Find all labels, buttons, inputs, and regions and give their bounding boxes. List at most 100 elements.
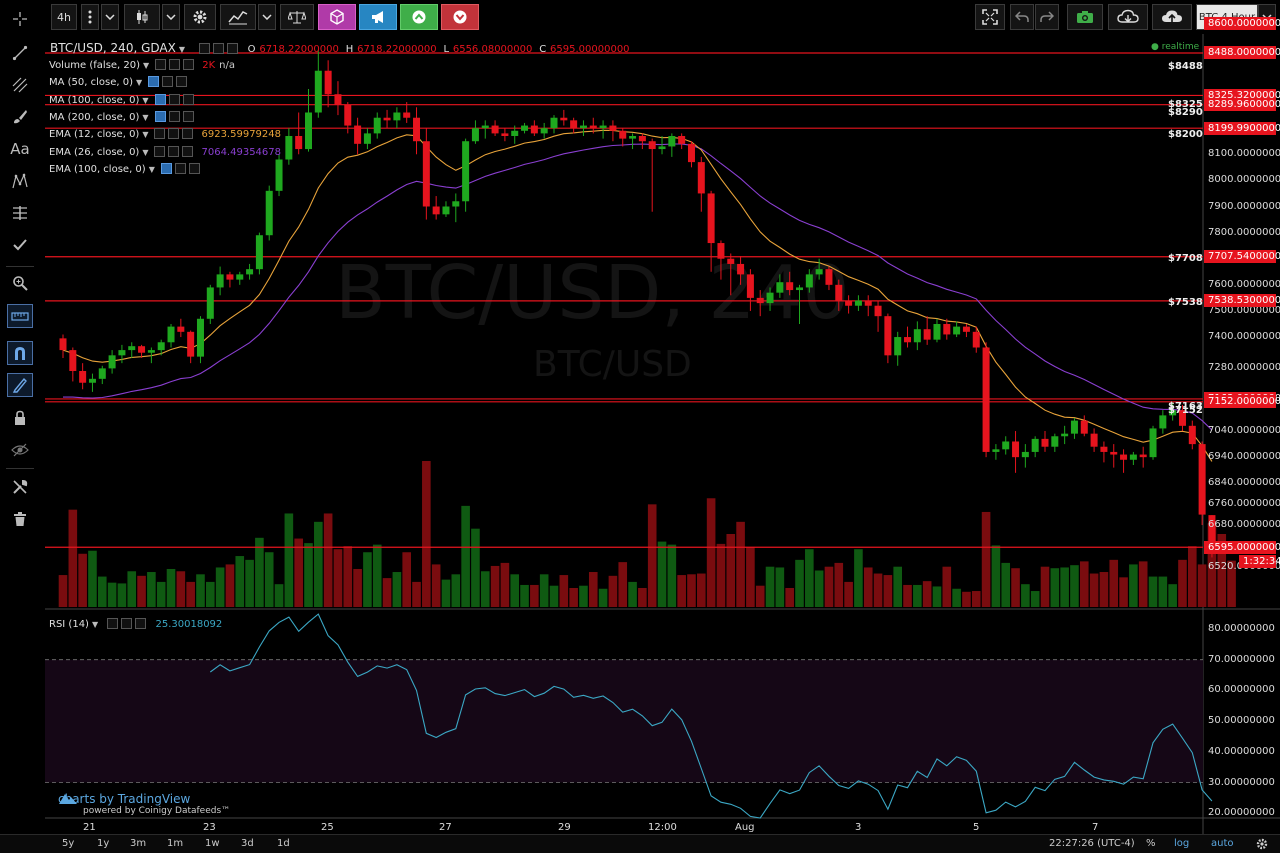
crosshair-icon[interactable]: [7, 7, 33, 31]
tradingview-branding[interactable]: charts by TradingView: [58, 792, 190, 806]
interval-button[interactable]: 4h: [51, 4, 77, 30]
close-icon[interactable]: [182, 145, 194, 157]
measure-icon[interactable]: [7, 304, 33, 328]
indicator-name[interactable]: Volume (false, 20): [49, 60, 140, 71]
chevron-down-icon[interactable]: ▼: [142, 96, 148, 105]
chevron-down-icon[interactable]: ▼: [149, 165, 155, 174]
gear-icon[interactable]: [169, 59, 181, 70]
candle-body: [678, 136, 686, 144]
eye-icon[interactable]: [154, 145, 166, 157]
candlestick-icon[interactable]: [124, 4, 160, 30]
upvote-icon[interactable]: [400, 4, 438, 30]
pitchfork-icon[interactable]: [7, 73, 33, 97]
chevron-down-icon[interactable]: ▼: [92, 620, 98, 629]
chart-type-dropdown-icon[interactable]: [162, 4, 180, 30]
eye-icon[interactable]: [198, 43, 210, 54]
log-toggle[interactable]: log: [1169, 837, 1194, 850]
indicator-name[interactable]: EMA (100, close, 0): [49, 164, 146, 175]
volume-bar: [530, 584, 539, 607]
volume-bar: [647, 504, 657, 607]
chevron-down-icon[interactable]: ▼: [142, 113, 148, 122]
chevron-down-icon[interactable]: ▼: [136, 78, 142, 87]
zoom-icon[interactable]: [7, 271, 33, 295]
trash-icon[interactable]: [7, 507, 33, 531]
lock-icon[interactable]: [7, 406, 33, 430]
volume-bar: [913, 584, 922, 607]
gear-icon[interactable]: [121, 618, 133, 629]
tools-icon[interactable]: [7, 475, 33, 499]
stay-in-drawing-mode-icon[interactable]: [7, 373, 33, 397]
eye-icon[interactable]: [148, 76, 160, 88]
redo-icon[interactable]: [1035, 4, 1059, 30]
close-icon[interactable]: [182, 93, 194, 105]
eye-icon[interactable]: [155, 59, 167, 70]
eye-icon[interactable]: [154, 128, 166, 140]
indicator-name[interactable]: EMA (12, close, 0): [49, 129, 139, 140]
undo-icon[interactable]: [1010, 4, 1034, 30]
downvote-icon[interactable]: [441, 4, 479, 30]
fullscreen-icon[interactable]: [975, 4, 1005, 30]
close-icon[interactable]: [182, 110, 194, 122]
pattern-icon[interactable]: [7, 169, 33, 193]
settings-gear-icon[interactable]: [1251, 837, 1273, 853]
indicators-icon[interactable]: [220, 4, 256, 30]
close-icon[interactable]: [182, 128, 194, 140]
close-icon[interactable]: [183, 59, 195, 70]
gear-icon[interactable]: [168, 110, 180, 122]
chart-area[interactable]: BTC/USD, 240 BTC/USD BTC/USD, 240, GDAX ▼…: [45, 17, 1280, 834]
fib-retracement-icon[interactable]: [7, 201, 33, 225]
chevron-down-icon[interactable]: ▼: [143, 61, 149, 70]
eye-icon[interactable]: [160, 162, 172, 174]
megaphone-icon[interactable]: [359, 4, 397, 30]
gear-icon[interactable]: [168, 93, 180, 105]
close-icon[interactable]: [226, 43, 238, 54]
rsi-name[interactable]: RSI (14): [49, 619, 89, 630]
text-tool-icon[interactable]: Aa: [7, 137, 33, 161]
chevron-down-icon[interactable]: ▼: [179, 45, 185, 54]
range-button[interactable]: 1d: [272, 837, 295, 850]
gear-icon[interactable]: [168, 145, 180, 157]
eye-icon[interactable]: [154, 110, 166, 122]
gear-icon[interactable]: [162, 76, 174, 88]
cloud-upload-icon[interactable]: [1152, 4, 1192, 30]
indicator-name[interactable]: MA (50, close, 0): [49, 77, 133, 88]
range-button[interactable]: 1y: [92, 837, 114, 850]
indicator-name[interactable]: MA (100, close, 0): [49, 95, 139, 106]
range-button[interactable]: 5y: [57, 837, 79, 850]
symbol-name[interactable]: BTC/USD, 240, GDAX: [50, 41, 176, 55]
checkmark-icon[interactable]: [7, 233, 33, 257]
indicators-dropdown-icon[interactable]: [258, 4, 276, 30]
candle-body: [255, 235, 263, 270]
range-button[interactable]: 3d: [236, 837, 259, 850]
candle-body: [501, 133, 509, 137]
cube-icon[interactable]: [318, 4, 356, 30]
close-icon[interactable]: [188, 162, 200, 174]
camera-icon[interactable]: [1067, 4, 1103, 30]
gear-icon[interactable]: [168, 128, 180, 140]
chevron-down-icon[interactable]: ▼: [142, 130, 148, 139]
brush-icon[interactable]: [7, 105, 33, 129]
compare-scale-icon[interactable]: [280, 4, 314, 30]
gear-icon[interactable]: [174, 162, 186, 174]
more-menu-icon[interactable]: [81, 4, 99, 30]
gear-icon[interactable]: [212, 43, 224, 54]
eye-icon[interactable]: [154, 93, 166, 105]
range-button[interactable]: 1w: [200, 837, 225, 850]
percent-toggle[interactable]: %: [1141, 837, 1161, 850]
cloud-download-icon[interactable]: [1108, 4, 1148, 30]
hide-drawings-icon[interactable]: [7, 438, 33, 462]
gear-icon[interactable]: [184, 4, 216, 30]
line-price-label: 7152.00000000: [1204, 395, 1280, 409]
close-icon[interactable]: [176, 76, 188, 88]
trend-line-icon[interactable]: [7, 41, 33, 65]
magnet-icon[interactable]: [7, 341, 33, 365]
indicator-name[interactable]: MA (200, close, 0): [49, 112, 139, 123]
range-button[interactable]: 3m: [125, 837, 151, 850]
range-button[interactable]: 1m: [162, 837, 188, 850]
auto-toggle[interactable]: auto: [1206, 837, 1239, 850]
close-icon[interactable]: [135, 618, 147, 629]
eye-icon[interactable]: [107, 618, 119, 629]
indicator-name[interactable]: EMA (26, close, 0): [49, 147, 139, 158]
chevron-down-icon[interactable]: ▼: [142, 148, 148, 157]
interval-dropdown-icon[interactable]: [101, 4, 119, 30]
